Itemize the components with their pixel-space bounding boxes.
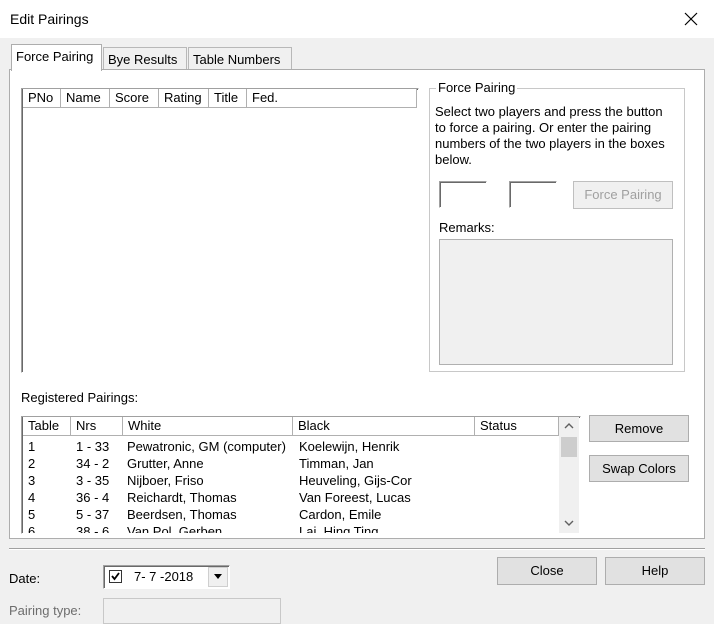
column-header-name[interactable]: Name [61,89,110,108]
column-header-pno[interactable]: PNo [23,89,61,108]
cell-white: Grutter, Anne [127,456,204,471]
cell-black: Van Foreest, Lucas [299,490,411,505]
date-label: Date: [9,571,41,586]
players-list[interactable]: PNo Name Score Rating Title Fed. [21,88,419,373]
scroll-up-button[interactable] [559,417,579,435]
cell-white: Nijboer, Friso [127,473,204,488]
cell-black: Heuveling, Gijs-Cor [299,473,412,488]
cell-nrs: 38 - 6 [76,524,110,534]
column-header-title[interactable]: Title [209,89,247,108]
cell-nrs: 36 - 4 [76,490,110,505]
column-header-status[interactable]: Status [475,417,559,436]
cell-black: Lai, Hing Ting [299,524,379,534]
force-pairing-button[interactable]: Force Pairing [573,181,673,209]
close-button[interactable]: Close [497,557,597,585]
table-row[interactable]: 5 5 - 37 Beerdsen, Thomas Cardon, Emile [22,507,559,524]
swap-colors-button[interactable]: Swap Colors [589,455,689,482]
column-header-black[interactable]: Black [293,417,475,436]
remarks-label: Remarks: [439,220,495,235]
table-row[interactable]: 1 1 - 33 Pewatronic, GM (computer) Koele… [22,439,559,456]
cell-table: 4 [28,490,36,505]
table-row[interactable]: 2 34 - 2 Grutter, Anne Timman, Jan [22,456,559,473]
column-header-fed[interactable]: Fed. [247,89,417,108]
force-pairing-group-label: Force Pairing [436,80,518,95]
cell-nrs: 5 - 37 [76,507,110,522]
pairing-type-label: Pairing type: [9,603,82,618]
cell-table: 6 [28,524,36,534]
cell-black: Koelewijn, Henrik [299,439,400,454]
date-picker[interactable]: 7- 7 -2018 [103,565,230,589]
column-header-nrs[interactable]: Nrs [71,417,123,436]
cell-white: Reichardt, Thomas [127,490,237,505]
chevron-up-icon [564,423,574,429]
footer-divider-highlight [9,549,705,550]
remove-button[interactable]: Remove [589,415,689,442]
tab-bye-results[interactable]: Bye Results [103,47,187,71]
chevron-down-icon [214,574,222,579]
player2-number-input[interactable] [509,181,557,208]
table-row[interactable]: 4 36 - 4 Reichardt, Thomas Van Foreest, … [22,490,559,507]
help-button[interactable]: Help [605,557,705,585]
remarks-box[interactable] [439,239,673,365]
window-title: Edit Pairings [10,11,89,27]
cell-white: Beerdsen, Thomas [127,507,237,522]
close-window-button[interactable] [678,6,704,32]
cell-table: 1 [28,439,36,454]
close-icon [684,12,698,26]
registered-pairings-label: Registered Pairings: [21,390,139,405]
column-header-table[interactable]: Table [23,417,71,436]
cell-black: Timman, Jan [299,456,374,471]
tab-force-pairing[interactable]: Force Pairing [11,44,102,71]
cell-table: 3 [28,473,36,488]
registered-pairings-list[interactable]: Table Nrs White Black Status 1 1 - 33 Pe… [21,416,581,534]
date-dropdown-button[interactable] [208,567,228,587]
cell-nrs: 34 - 2 [76,456,110,471]
column-header-white[interactable]: White [123,417,293,436]
checkmark-icon [111,572,120,581]
cell-black: Cardon, Emile [299,507,382,522]
cell-nrs: 1 - 33 [76,439,110,454]
force-pairing-instructions: Select two players and press the button … [435,104,665,167]
scroll-down-button[interactable] [559,514,579,532]
vertical-scrollbar[interactable] [559,417,579,533]
title-bar [0,0,714,38]
chevron-down-icon [564,520,574,526]
tab-table-numbers[interactable]: Table Numbers [188,47,292,71]
table-row[interactable]: 6 38 - 6 Van Pol, Gerben Lai, Hing Ting [22,524,559,534]
scroll-thumb[interactable] [561,437,577,457]
player1-number-input[interactable] [439,181,487,208]
column-header-rating[interactable]: Rating [159,89,209,108]
pairing-type-field[interactable] [103,598,281,624]
cell-white: Van Pol, Gerben [127,524,223,534]
cell-table: 5 [28,507,36,522]
table-row[interactable]: 3 3 - 35 Nijboer, Friso Heuveling, Gijs-… [22,473,559,490]
cell-white: Pewatronic, GM (computer) [127,439,286,454]
date-checkbox[interactable] [109,570,122,583]
date-value[interactable]: 7- 7 -2018 [134,569,193,584]
cell-table: 2 [28,456,36,471]
column-header-score[interactable]: Score [110,89,159,108]
cell-nrs: 3 - 35 [76,473,110,488]
